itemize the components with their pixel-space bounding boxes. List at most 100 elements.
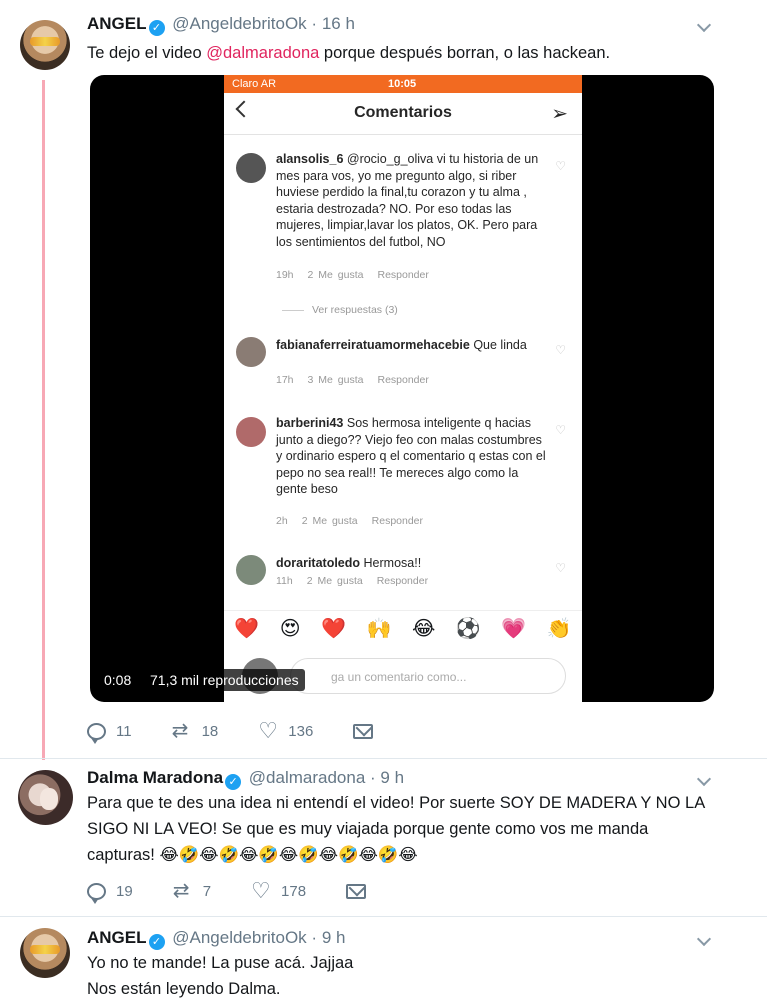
- emoji-reaction-bar: ❤️ 😍 ❤️ 🙌 😂 ⚽ 💗 👏: [224, 610, 582, 646]
- display-name[interactable]: ANGEL: [87, 928, 147, 947]
- user-handle[interactable]: @AngeldebritoOk: [172, 14, 306, 33]
- heart-icon: ♡: [555, 159, 566, 173]
- clock-label: 10:05: [388, 78, 417, 90]
- chevron-down-icon[interactable]: [697, 20, 711, 34]
- timestamp[interactable]: 9 h: [322, 928, 346, 947]
- comment-username: doraritatoledo: [276, 556, 361, 570]
- avatar: [236, 417, 266, 447]
- tweet-divider: [0, 758, 767, 759]
- comment-text: Hermosa!!: [360, 556, 422, 570]
- comment-age: 2h: [276, 515, 288, 527]
- carrier-label: Claro AR: [232, 78, 277, 90]
- tweet-text: Te dejo el video @dalmaradona porque des…: [87, 40, 727, 66]
- like-button[interactable]: ♡ 136: [258, 720, 314, 742]
- comment-meta: 2h 2 Me gusta Responder: [276, 515, 437, 527]
- tweet-header: Dalma Maradona ✓ @dalmaradona · 9 h: [87, 768, 404, 790]
- retweet-icon: ⇄: [171, 720, 189, 742]
- reply-icon: [87, 722, 106, 744]
- phone-status-bar: Claro AR 10:05: [224, 75, 582, 93]
- like-button[interactable]: ♡ 178: [251, 878, 307, 903]
- dm-button[interactable]: [353, 723, 374, 739]
- emoji: ❤️: [321, 618, 346, 640]
- avatar[interactable]: [20, 20, 70, 70]
- tweet-header: ANGEL ✓ @AngeldebritoOk · 16 h: [87, 14, 355, 36]
- like-count: 136: [288, 722, 314, 740]
- user-handle[interactable]: @dalmaradona: [249, 768, 366, 787]
- comment-likes: 2 Me gusta: [307, 269, 364, 281]
- comment-text: Que linda: [469, 338, 527, 352]
- retweet-count: 18: [201, 722, 219, 740]
- emoji: 😍: [279, 618, 301, 640]
- separator: ·: [311, 14, 318, 33]
- video-view-count: 71,3 mil reproducciones: [144, 669, 305, 691]
- emoji: 😂: [411, 618, 436, 640]
- tweet-text: Para que te des una idea ni entendí el v…: [87, 794, 705, 864]
- user-handle[interactable]: @AngeldebritoOk: [172, 928, 306, 947]
- retweet-button[interactable]: ⇄ 18: [171, 720, 219, 742]
- comment-body: alansolis_6 @rocio_g_oliva vi tu histori…: [276, 151, 546, 250]
- timestamp[interactable]: 9 h: [380, 768, 404, 787]
- tweet-text-part: porque después borran, o las hackean.: [319, 44, 611, 62]
- like-count: 178: [281, 882, 307, 900]
- reply-count: 11: [116, 722, 132, 740]
- comment-username: alansolis_6: [276, 152, 344, 166]
- retweet-count: 7: [202, 882, 212, 900]
- display-name[interactable]: Dalma Maradona: [87, 768, 223, 787]
- separator: ·: [311, 928, 318, 947]
- mail-icon: [353, 723, 374, 739]
- retweet-icon: ⇄: [172, 880, 190, 902]
- heart-icon: ♡: [555, 561, 566, 575]
- comment-body: fabianaferreiratuamormehacebie Que linda: [276, 337, 546, 354]
- comment-likes: 2 Me gusta: [301, 515, 358, 527]
- comment-username: barberini43: [276, 416, 344, 430]
- heart-icon: ♡: [251, 878, 271, 903]
- avatar[interactable]: [18, 770, 73, 825]
- verified-badge-icon: ✓: [148, 20, 165, 36]
- dm-button[interactable]: [346, 883, 367, 899]
- tweet-text-part: Te dejo el video: [87, 44, 207, 62]
- comment-age: 17h: [276, 374, 294, 386]
- heart-icon: ♡: [555, 343, 566, 357]
- comment-reply: Responder: [377, 269, 429, 281]
- view-replies: Ver respuestas (3): [282, 304, 398, 316]
- thread-connector-line: [42, 80, 45, 760]
- emoji: ⚽: [455, 618, 481, 640]
- comment-reply: Responder: [377, 374, 429, 386]
- comments-header: Comentarios ➢: [224, 93, 582, 135]
- reply-button[interactable]: 19: [87, 882, 133, 904]
- comment-reply: Responder: [371, 515, 424, 527]
- mention-link[interactable]: @dalmaradona: [206, 44, 319, 62]
- video-elapsed-time: 0:08: [98, 669, 138, 691]
- reply-icon: [87, 882, 106, 904]
- comment-likes: 2 Me gusta: [306, 575, 363, 587]
- send-icon: ➢: [551, 103, 568, 125]
- comment-body: doraritatoledo Hermosa!!: [276, 555, 546, 572]
- avatar: [236, 555, 266, 585]
- chevron-down-icon[interactable]: [697, 934, 711, 948]
- comment-body: barberini43 Sos hermosa inteligente q ha…: [276, 415, 546, 498]
- tweet-actions: 11 ⇄ 18 ♡ 136: [87, 720, 413, 744]
- tweet-header: ANGEL ✓ @AngeldebritoOk · 9 h: [87, 928, 345, 950]
- comment-meta: 11h 2 Me gusta Responder: [276, 575, 442, 587]
- emoji: 👏: [546, 618, 572, 640]
- emoji: 🙌: [366, 618, 392, 640]
- instagram-screenshot: Claro AR 10:05 Comentarios ➢ alansolis_6…: [224, 75, 582, 702]
- tweet-actions: 19 ⇄ 7 ♡ 178: [87, 878, 406, 904]
- retweet-button[interactable]: ⇄ 7: [172, 880, 212, 902]
- avatar[interactable]: [20, 928, 70, 978]
- mail-icon: [346, 883, 367, 899]
- verified-badge-icon: ✓: [148, 934, 165, 950]
- timestamp[interactable]: 16 h: [322, 14, 355, 33]
- heart-icon: ♡: [555, 423, 566, 437]
- comment-meta: 17h 3 Me gusta Responder: [276, 374, 443, 386]
- tweet-text: Yo no te mande! La puse acá. Jajjaa Nos …: [87, 950, 727, 1002]
- reply-button[interactable]: 11: [87, 722, 132, 744]
- separator: ·: [370, 768, 376, 787]
- comments-title: Comentarios: [354, 104, 452, 121]
- video-player[interactable]: Claro AR 10:05 Comentarios ➢ alansolis_6…: [90, 75, 714, 702]
- chevron-down-icon[interactable]: [697, 774, 711, 788]
- display-name[interactable]: ANGEL: [87, 14, 147, 33]
- comment-input: ga un comentario como...: [290, 658, 566, 694]
- avatar: [236, 337, 266, 367]
- tweet-text-line: Nos están leyendo Dalma.: [87, 980, 281, 998]
